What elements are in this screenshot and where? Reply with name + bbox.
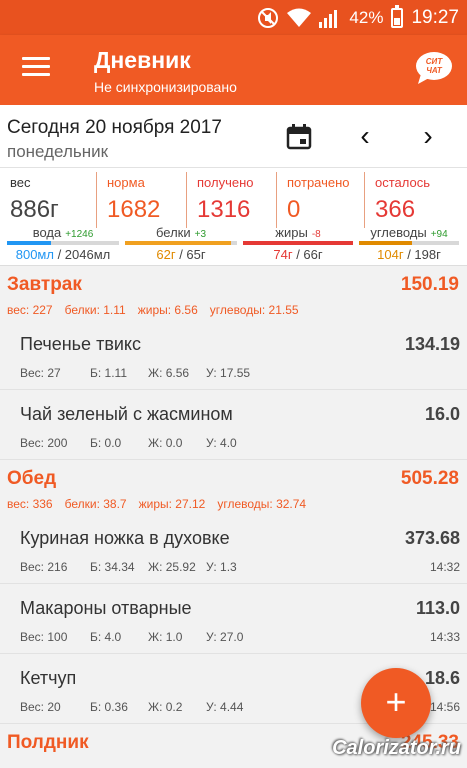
food-time: 14:33: [429, 630, 460, 644]
macro-value: 74г / 66г: [273, 247, 323, 262]
macro-label: углеводы +94: [370, 225, 448, 240]
stat-label: потрачено: [287, 175, 350, 190]
food-name: Макароны отварные: [20, 598, 192, 618]
calendar-icon[interactable]: [286, 124, 312, 150]
macro-progress-bar: [243, 241, 353, 245]
stat-value: 0: [287, 196, 301, 223]
date-row: Сегодня 20 ноября 2017 понедельник ‹ ›: [0, 105, 467, 167]
stat-4: осталось 366: [364, 172, 467, 228]
meal-header[interactable]: Обед 505.28 вес: 336 белки: 38.7 жиры: 27.12…: [0, 460, 467, 514]
food-name: Куриная ножка в духовке: [20, 528, 230, 548]
food-time: 14:32: [429, 560, 460, 574]
macro-3: углеводы +94 104г / 198г: [359, 225, 459, 262]
meal-title: Завтрак: [7, 274, 82, 295]
food-kcal: 373.68: [404, 528, 460, 548]
stat-2: получено 1316: [186, 172, 276, 228]
macro-delta: -8: [311, 229, 321, 240]
meal-summary: [7, 761, 55, 768]
food-details: Вес: 27 Б: 1.11 Ж: 6.56 У: 17.55: [20, 366, 251, 380]
stat-3: потрачено 0: [276, 172, 364, 228]
food-name: Чай зеленый с жасмином: [20, 404, 233, 424]
food-name: Печенье твикс: [20, 334, 142, 354]
macro-label: вода +1246: [32, 225, 94, 240]
food-kcal: 16.0: [424, 404, 460, 424]
macro-progress-bar: [7, 241, 119, 245]
food-time: 14:56: [429, 700, 460, 714]
clock: 19:27: [411, 6, 459, 28]
meal-total: 505.28: [400, 468, 459, 489]
battery-percent: 42%: [349, 7, 384, 27]
food-item[interactable]: Макароны отварные 113.0 Вес: 100 Б: 4.0 Ж: 1…: [0, 584, 467, 654]
stat-1: норма 1682: [96, 172, 186, 228]
page-title: Дневник: [94, 47, 191, 73]
signal-icon: [319, 8, 341, 28]
macro-1: белки +3 62г / 65г: [125, 225, 237, 262]
stat-value: 886г: [10, 196, 59, 223]
macro-0: вода +1246 800мл / 2046мл: [7, 225, 119, 262]
food-details: Вес: 200 Б: 0.0 Ж: 0.0 У: 4.0: [20, 436, 237, 450]
food-name: Кетчуп: [20, 668, 77, 688]
food-item[interactable]: Куриная ножка в духовке 373.68 Вес: 216 Б: …: [0, 514, 467, 584]
meal-title: Обед: [7, 468, 57, 489]
stat-label: осталось: [375, 175, 431, 190]
macro-delta: +3: [194, 229, 207, 240]
prev-day-button[interactable]: ‹: [350, 119, 380, 153]
daily-stats: вес 886г норма 1682 получено 1316 потрачено 0 ос…: [0, 167, 467, 265]
stat-label: вес: [10, 175, 31, 190]
macro-label: белки +3: [155, 225, 207, 240]
macro-value: 800мл / 2046мл: [15, 247, 111, 262]
meal-header[interactable]: Завтрак 150.19 вес: 227 белки: 1.11 жиры: 6.…: [0, 266, 467, 320]
next-day-button[interactable]: ›: [413, 119, 443, 153]
food-item[interactable]: Печенье твикс 134.19 Вес: 27 Б: 1.11 Ж: 6.56…: [0, 320, 467, 390]
stat-value: 366: [375, 196, 416, 223]
sync-status: Не синхронизировано: [94, 79, 237, 95]
stat-label: получено: [197, 175, 254, 190]
current-date: Сегодня 20 ноября 2017: [7, 117, 222, 138]
macro-progress-bar: [359, 241, 459, 245]
status-bar: 42% 19:27: [0, 0, 467, 35]
meal-title: Полдник: [7, 732, 89, 753]
macro-delta: +94: [430, 229, 448, 240]
wifi-icon: [287, 8, 312, 28]
food-kcal: 113.0: [415, 598, 460, 618]
stat-value: 1316: [197, 196, 251, 223]
battery-icon: [391, 4, 404, 28]
meal-total: 150.19: [400, 274, 459, 295]
macro-value: 104г / 198г: [377, 247, 441, 262]
weekday: понедельник: [7, 142, 109, 161]
food-kcal: 18.6: [424, 668, 460, 688]
chat-icon-text-bottom: ЧАТ: [426, 66, 443, 75]
macro-progress-bar: [125, 241, 237, 245]
chat-icon[interactable]: СИТ ЧАТ: [415, 50, 453, 86]
menu-icon[interactable]: [22, 57, 50, 79]
mute-icon: [257, 7, 279, 29]
chat-icon-text-top: СИТ: [426, 57, 444, 66]
food-details: Вес: 100 Б: 4.0 Ж: 1.0 У: 27.0: [20, 630, 244, 644]
macro-value: 62г / 65г: [156, 247, 206, 262]
meal-summary: вес: 336 белки: 38.7 жиры: 27.12 углеводы: …: [7, 497, 307, 511]
food-details: Вес: 20 Б: 0.36 Ж: 0.2 У: 4.44: [20, 700, 244, 714]
macro-delta: +1246: [65, 229, 94, 240]
watermark: Calorizator.ru: [332, 737, 461, 759]
macro-2: жиры -8 74г / 66г: [243, 225, 353, 262]
macro-label: жиры -8: [275, 225, 321, 240]
food-kcal: 134.19: [404, 334, 460, 354]
stat-label: норма: [107, 175, 145, 190]
food-item[interactable]: Чай зеленый с жасмином 16.0 Вес: 200 Б: 0.0…: [0, 390, 467, 460]
stat-value: 1682: [107, 196, 161, 223]
add-food-button[interactable]: +: [361, 668, 431, 738]
app-bar: Дневник Не синхронизировано СИТ ЧАТ: [0, 35, 467, 105]
meal-summary: вес: 227 белки: 1.11 жиры: 6.56 углеводы: 2…: [7, 303, 299, 317]
food-details: Вес: 216 Б: 34.34 Ж: 25.92 У: 1.3: [20, 560, 237, 574]
stat-0: вес 886г: [0, 172, 96, 228]
